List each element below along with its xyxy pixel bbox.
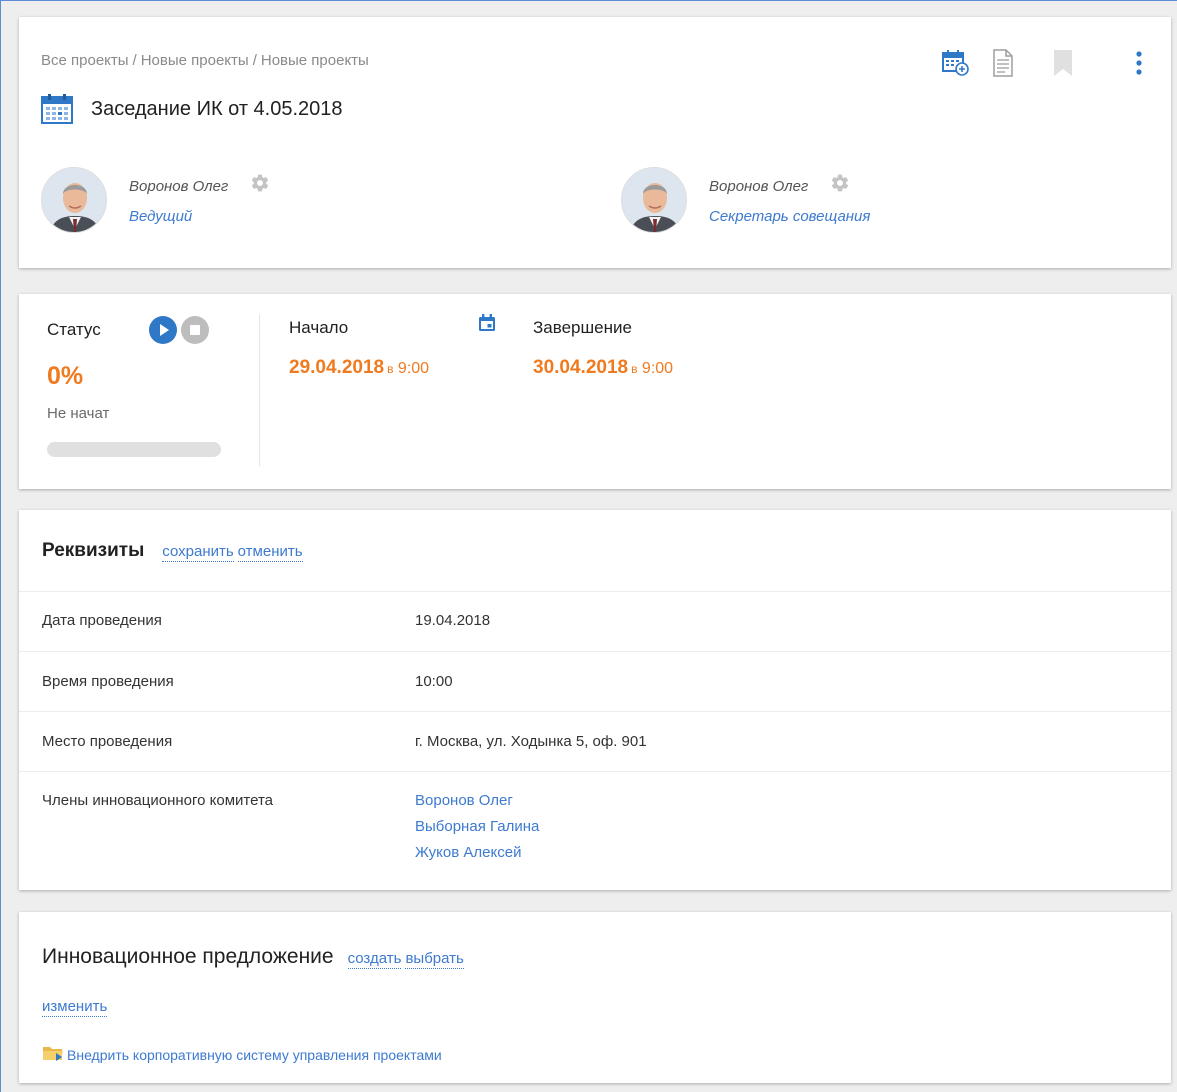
field-value[interactable]: 10:00 bbox=[415, 673, 453, 690]
end-date-block: Завершение 30.04.2018 в 9:00 bbox=[533, 318, 673, 379]
header-toolbar bbox=[939, 47, 1149, 79]
end-date-value[interactable]: 30.04.2018 в 9:00 bbox=[533, 357, 673, 379]
end-date: 30.04.2018 bbox=[533, 357, 629, 378]
avatar bbox=[41, 167, 107, 233]
member-link[interactable]: Жуков Алексей bbox=[415, 844, 539, 861]
innovation-card: Инновационное предложение создать выбрат… bbox=[19, 912, 1171, 1083]
status-state: Не начат bbox=[47, 405, 110, 422]
breadcrumb-item-all-projects[interactable]: Все проекты bbox=[41, 52, 129, 69]
start-time: 9:00 bbox=[397, 360, 430, 377]
member-link[interactable]: Выборная Галина bbox=[415, 818, 539, 835]
select-link[interactable]: выбрать bbox=[405, 950, 464, 969]
requisites-header: Реквизиты сохранить отменить bbox=[42, 540, 303, 562]
requisites-card: Реквизиты сохранить отменить Дата провед… bbox=[19, 510, 1171, 890]
status-block: Статус 0% Не начат bbox=[47, 316, 227, 457]
field-value[interactable]: г. Москва, ул. Ходынка 5, оф. 901 bbox=[415, 733, 647, 750]
breadcrumb-separator: / bbox=[132, 52, 137, 69]
save-link[interactable]: сохранить bbox=[162, 543, 234, 562]
project-link[interactable]: Внедрить корпоративную систему управлени… bbox=[42, 1044, 442, 1065]
field-label: Время проведения bbox=[42, 673, 174, 690]
more-vert-icon[interactable] bbox=[1129, 47, 1149, 79]
avatar bbox=[621, 167, 687, 233]
participant-role-link[interactable]: Секретарь совещания bbox=[709, 208, 870, 225]
meeting-header-card: Все проекты / Новые проекты / Новые проекты … bbox=[19, 17, 1171, 268]
section-title: Инновационное предложение bbox=[42, 945, 334, 968]
breadcrumb-separator: / bbox=[252, 52, 257, 69]
participant-role-link[interactable]: Ведущий bbox=[129, 208, 270, 225]
create-link[interactable]: создать bbox=[347, 950, 402, 969]
status-progress-bar bbox=[47, 442, 221, 457]
divider bbox=[259, 314, 260, 466]
innovation-header: Инновационное предложение создать выбрат… bbox=[42, 945, 464, 969]
field-label: Члены инновационного комитета bbox=[42, 792, 273, 809]
play-icon[interactable] bbox=[148, 316, 177, 344]
status-label: Статус bbox=[47, 320, 101, 339]
field-value[interactable]: 19.04.2018 bbox=[415, 612, 490, 629]
end-label: Завершение bbox=[533, 318, 632, 337]
table-row: Время проведения 10:00 bbox=[19, 651, 1171, 711]
start-date: 29.04.2018 bbox=[289, 357, 385, 378]
page-title: Заседание ИК от 4.05.2018 bbox=[91, 97, 343, 120]
participant-secretary: Воронов Олег Секретарь совещания bbox=[621, 167, 870, 233]
stop-icon[interactable] bbox=[180, 316, 209, 344]
table-row: Место проведения г. Москва, ул. Ходынка … bbox=[19, 711, 1171, 771]
calendar-icon[interactable] bbox=[478, 314, 496, 337]
table-row: Дата проведения 19.04.2018 bbox=[19, 591, 1171, 651]
member-link[interactable]: Воронов Олег bbox=[415, 792, 539, 809]
start-label: Начало bbox=[289, 318, 349, 337]
start-date-value[interactable]: 29.04.2018 в 9:00 bbox=[289, 357, 429, 379]
folder-icon bbox=[42, 1044, 64, 1065]
start-date-block: Начало 29.04.2018 в 9:00 bbox=[289, 318, 429, 379]
start-at: в bbox=[387, 362, 394, 376]
field-label: Дата проведения bbox=[42, 612, 162, 629]
breadcrumb: Все проекты / Новые проекты / Новые проекты bbox=[41, 52, 369, 69]
participant-name: Воронов Олег bbox=[129, 178, 229, 195]
breadcrumb-item-current: Новые проекты bbox=[260, 52, 369, 69]
document-icon[interactable] bbox=[983, 47, 1023, 79]
field-label: Место проведения bbox=[42, 733, 173, 750]
breadcrumb-item-new-projects[interactable]: Новые проекты bbox=[141, 52, 249, 69]
members-list: Воронов Олег Выборная Галина Жуков Алекс… bbox=[415, 792, 539, 870]
table-row: Члены инновационного комитета Воронов Ол… bbox=[19, 771, 1171, 890]
end-time: 9:00 bbox=[641, 360, 674, 377]
participant-name: Воронов Олег bbox=[709, 178, 809, 195]
status-card: Статус 0% Не начат Начало 29.04.2018 в 9:… bbox=[19, 294, 1171, 489]
calendar-add-icon[interactable] bbox=[939, 47, 973, 79]
gear-icon[interactable] bbox=[250, 173, 270, 197]
gear-icon[interactable] bbox=[830, 173, 850, 197]
bookmark-icon[interactable] bbox=[1043, 47, 1083, 79]
calendar-icon bbox=[41, 93, 73, 125]
project-name: Внедрить корпоративную систему управлени… bbox=[67, 1046, 442, 1063]
end-at: в bbox=[631, 362, 638, 376]
cancel-link[interactable]: отменить bbox=[237, 543, 303, 562]
section-title: Реквизиты bbox=[42, 540, 145, 561]
change-link[interactable]: изменить bbox=[42, 998, 108, 1017]
participant-host: Воронов Олег Ведущий bbox=[41, 167, 270, 233]
status-percent: 0% bbox=[47, 362, 84, 390]
